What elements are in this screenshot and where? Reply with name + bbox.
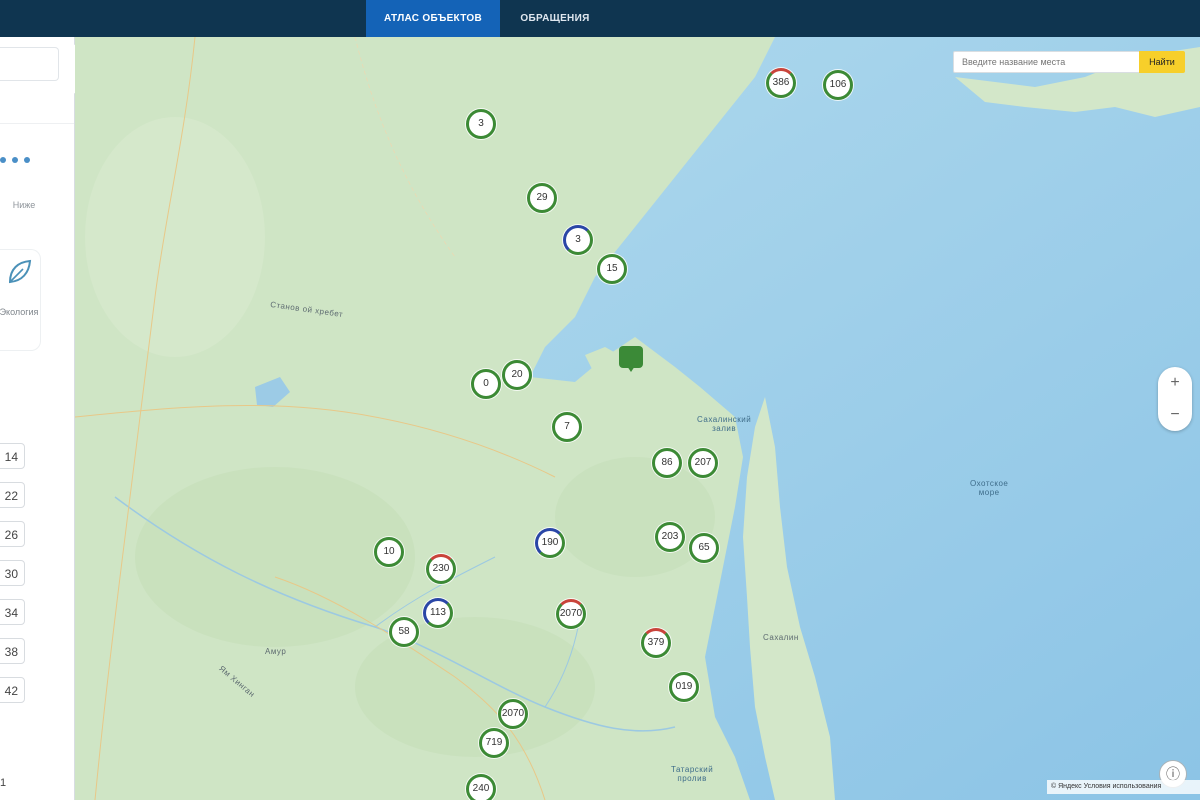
search-button[interactable]: Найти bbox=[1139, 51, 1185, 73]
map-cluster[interactable]: 0 bbox=[471, 369, 501, 399]
map-cluster[interactable]: 2070 bbox=[556, 599, 586, 629]
top-navigation-bar: АТЛАС ОБЪЕКТОВ ОБРАЩЕНИЯ bbox=[0, 0, 1200, 37]
sidebar-year-button[interactable]: 14 bbox=[0, 443, 25, 469]
sidebar-year-button[interactable]: 42 bbox=[0, 677, 25, 703]
map-search-input[interactable] bbox=[954, 52, 1140, 72]
map-label-sea: Охотское море bbox=[970, 479, 1009, 497]
map-cluster[interactable]: 10 bbox=[374, 537, 404, 567]
sidebar-year-button[interactable]: 30 bbox=[0, 560, 25, 586]
zoom-out-button[interactable]: − bbox=[1158, 399, 1192, 431]
map-cluster[interactable]: 207 bbox=[688, 448, 718, 478]
tab-atlas-objects[interactable]: АТЛАС ОБЪЕКТОВ bbox=[366, 0, 500, 37]
filter-sidebar: Ниже Экология 14 22 26 30 34 38 42 1 bbox=[0, 37, 75, 800]
map-cluster[interactable]: 20 bbox=[502, 360, 532, 390]
map-cluster[interactable]: 113 bbox=[423, 598, 453, 628]
map-attribution[interactable]: © Яндекс Условия использования bbox=[1047, 780, 1200, 794]
map-cluster[interactable]: 386 bbox=[766, 68, 796, 98]
map-label-bay: Сахалинский залив bbox=[697, 415, 752, 433]
map-cluster[interactable]: 719 bbox=[479, 728, 509, 758]
map-label-island: Сахалин bbox=[763, 633, 799, 642]
map-cluster[interactable]: 65 bbox=[689, 533, 719, 563]
more-dots-icon[interactable] bbox=[0, 157, 40, 163]
map-cluster[interactable]: 190 bbox=[535, 528, 565, 558]
map-label-strait: Татарский пролив bbox=[671, 765, 714, 783]
map-cluster[interactable]: 203 bbox=[655, 522, 685, 552]
map-cluster[interactable]: 3 bbox=[563, 225, 593, 255]
map-search-box: Найти bbox=[953, 51, 1185, 73]
map-cluster[interactable]: 29 bbox=[527, 183, 557, 213]
sidebar-search-field[interactable] bbox=[0, 47, 59, 81]
category-label-ecology: Экология bbox=[0, 307, 39, 317]
sidebar-bottom-text: 1 bbox=[0, 777, 7, 789]
sidebar-year-button[interactable]: 38 bbox=[0, 638, 25, 664]
location-pin-icon[interactable] bbox=[619, 346, 643, 372]
sidebar-label-more: Ниже bbox=[12, 200, 36, 210]
tab-appeals[interactable]: ОБРАЩЕНИЯ bbox=[500, 0, 610, 37]
map-cluster[interactable]: 240 bbox=[466, 774, 496, 800]
zoom-control: + − bbox=[1158, 367, 1192, 431]
map-cluster[interactable]: 7 bbox=[552, 412, 582, 442]
zoom-in-button[interactable]: + bbox=[1158, 367, 1192, 399]
leaf-icon bbox=[8, 259, 32, 284]
map-cluster[interactable]: 019 bbox=[669, 672, 699, 702]
map-cluster[interactable]: 230 bbox=[426, 554, 456, 584]
sidebar-divider bbox=[0, 123, 74, 124]
sidebar-year-button[interactable]: 26 bbox=[0, 521, 25, 547]
map-cluster[interactable]: 58 bbox=[389, 617, 419, 647]
map-cluster[interactable]: 86 bbox=[652, 448, 682, 478]
map-cluster[interactable]: 2070 bbox=[498, 699, 528, 729]
sidebar-year-button[interactable]: 34 bbox=[0, 599, 25, 625]
map-cluster[interactable]: 15 bbox=[597, 254, 627, 284]
map-label-river: Амур bbox=[265, 647, 287, 656]
map-cluster[interactable]: 3 bbox=[466, 109, 496, 139]
map-cluster[interactable]: 379 bbox=[641, 628, 671, 658]
sidebar-year-button[interactable]: 22 bbox=[0, 482, 25, 508]
map-canvas[interactable]: Станов ой хребет Охотское море Сахалинск… bbox=[75, 37, 1200, 800]
map-cluster[interactable]: 106 bbox=[823, 70, 853, 100]
